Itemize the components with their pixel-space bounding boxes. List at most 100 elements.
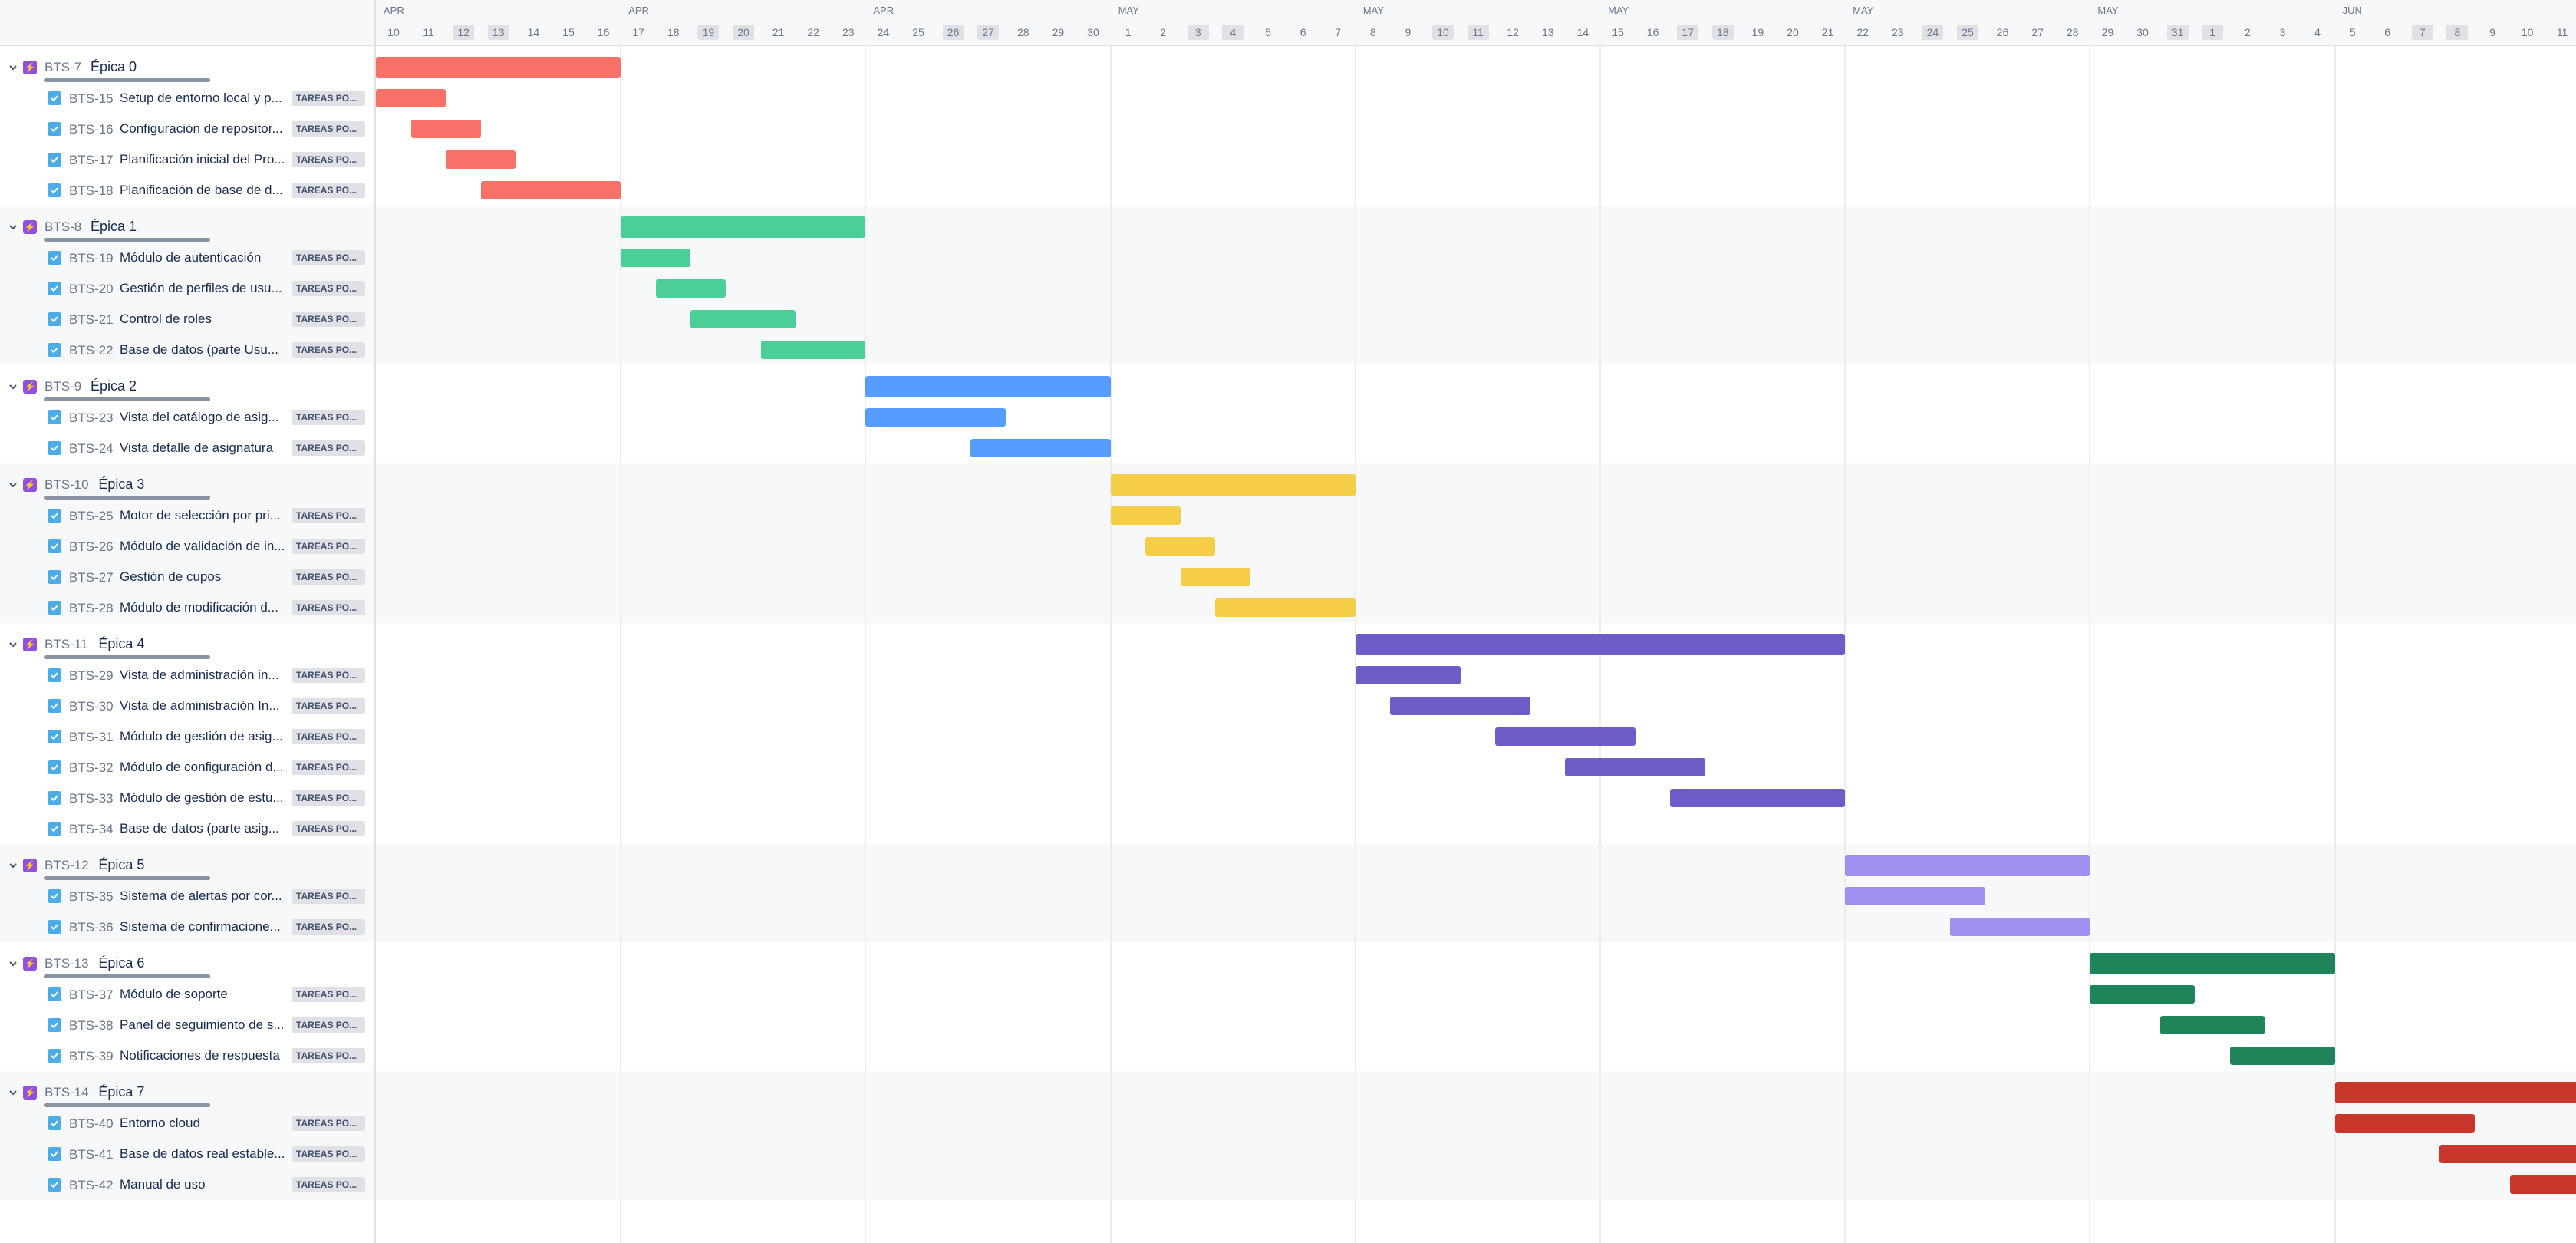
task-name[interactable]: Módulo de gestión de estu...: [120, 790, 285, 806]
task-row[interactable]: BTS-15 Setup de entorno local y p... TAREA…: [0, 83, 374, 114]
task-bar[interactable]: [2159, 1016, 2265, 1034]
task-row[interactable]: BTS-17 Planificación inicial del Pro... TA…: [0, 144, 374, 175]
task-key[interactable]: BTS-29: [69, 668, 114, 684]
task-name[interactable]: Motor de selección por pri...: [120, 508, 285, 523]
task-row[interactable]: BTS-25 Motor de selección por pri... TAREA…: [0, 500, 374, 531]
task-bar[interactable]: [1355, 666, 1461, 684]
epic-key[interactable]: BTS-11: [44, 637, 87, 652]
task-row[interactable]: BTS-18 Planificación de base de d... TAREA…: [0, 175, 374, 206]
epic-bar[interactable]: [1110, 474, 1356, 496]
status-lozenge[interactable]: TAREAS PO...: [292, 342, 365, 358]
task-row[interactable]: BTS-19 Módulo de autenticación TAREAS PO..…: [0, 242, 374, 273]
task-key[interactable]: BTS-18: [69, 183, 114, 199]
task-name[interactable]: Sistema de alertas por cor...: [120, 889, 285, 904]
epic-name[interactable]: Épica 1: [91, 219, 137, 235]
epic-key[interactable]: BTS-13: [44, 956, 89, 971]
epic-bar[interactable]: [376, 57, 621, 78]
epic-row[interactable]: ⚡ BTS-14 Épica 7: [0, 1077, 374, 1108]
epic-name[interactable]: Épica 0: [91, 59, 137, 75]
task-key[interactable]: BTS-32: [69, 760, 114, 776]
status-lozenge[interactable]: TAREAS PO...: [292, 281, 365, 296]
task-key[interactable]: BTS-20: [69, 282, 114, 297]
task-bar[interactable]: [1670, 789, 1846, 807]
task-name[interactable]: Panel de seguimiento de s...: [120, 1017, 285, 1033]
task-key[interactable]: BTS-41: [69, 1147, 114, 1162]
epic-key[interactable]: BTS-12: [44, 858, 89, 873]
task-row[interactable]: BTS-41 Base de datos real estable... TAREA…: [0, 1139, 374, 1169]
chevron-down-icon[interactable]: [8, 639, 18, 650]
task-bar[interactable]: [1845, 887, 1985, 905]
task-row[interactable]: BTS-38 Panel de seguimiento de s... TAREAS…: [0, 1010, 374, 1040]
epic-name[interactable]: Épica 2: [91, 378, 137, 394]
task-row[interactable]: BTS-35 Sistema de alertas por cor... TAREA…: [0, 881, 374, 912]
epic-row[interactable]: ⚡ BTS-13 Épica 6: [0, 948, 374, 979]
task-name[interactable]: Configuración de repositor...: [120, 121, 285, 137]
task-bar[interactable]: [2090, 985, 2196, 1004]
task-name[interactable]: Módulo de validación de in...: [120, 539, 285, 554]
epic-bar[interactable]: [2090, 953, 2335, 974]
task-bar[interactable]: [760, 341, 866, 359]
epic-key[interactable]: BTS-10: [44, 477, 89, 493]
task-key[interactable]: BTS-15: [69, 91, 114, 107]
task-name[interactable]: Planificación de base de d...: [120, 183, 285, 198]
task-bar[interactable]: [2229, 1047, 2335, 1065]
status-lozenge[interactable]: TAREAS PO...: [292, 121, 365, 137]
chevron-down-icon[interactable]: [8, 1087, 18, 1098]
task-key[interactable]: BTS-23: [69, 410, 114, 426]
status-lozenge[interactable]: TAREAS PO...: [292, 790, 365, 806]
status-lozenge[interactable]: TAREAS PO...: [292, 440, 365, 456]
task-key[interactable]: BTS-28: [69, 601, 114, 616]
task-name[interactable]: Base de datos (parte asig...: [120, 821, 285, 836]
task-row[interactable]: BTS-34 Base de datos (parte asig... TAREAS…: [0, 813, 374, 844]
status-lozenge[interactable]: TAREAS PO...: [292, 250, 365, 265]
task-name[interactable]: Manual de uso: [120, 1177, 285, 1192]
epic-key[interactable]: BTS-8: [44, 219, 81, 235]
epic-name[interactable]: Épica 7: [98, 1084, 144, 1100]
task-row[interactable]: BTS-37 Módulo de soporte TAREAS PO...: [0, 979, 374, 1010]
task-name[interactable]: Base de datos (parte Usu...: [120, 342, 285, 358]
task-bar[interactable]: [480, 181, 621, 199]
task-bar[interactable]: [970, 439, 1111, 457]
epic-row[interactable]: ⚡ BTS-8 Épica 1: [0, 212, 374, 242]
epic-bar[interactable]: [1845, 855, 2090, 876]
status-lozenge[interactable]: TAREAS PO...: [292, 760, 365, 775]
task-row[interactable]: BTS-16 Configuración de repositor... TAREA…: [0, 114, 374, 144]
task-name[interactable]: Vista detalle de asignatura: [120, 440, 285, 456]
task-row[interactable]: BTS-23 Vista del catálogo de asig... TAREA…: [0, 402, 374, 433]
chevron-down-icon[interactable]: [8, 62, 18, 73]
status-lozenge[interactable]: TAREAS PO...: [292, 698, 365, 714]
chevron-down-icon[interactable]: [8, 381, 18, 392]
task-bar[interactable]: [621, 249, 691, 267]
task-key[interactable]: BTS-42: [69, 1178, 114, 1193]
task-key[interactable]: BTS-21: [69, 312, 114, 328]
task-key[interactable]: BTS-37: [69, 987, 114, 1003]
status-lozenge[interactable]: TAREAS PO...: [292, 508, 365, 523]
task-row[interactable]: BTS-30 Vista de administración In... TAREA…: [0, 691, 374, 721]
task-row[interactable]: BTS-42 Manual de uso TAREAS PO...: [0, 1169, 374, 1200]
status-lozenge[interactable]: TAREAS PO...: [292, 569, 365, 585]
task-key[interactable]: BTS-34: [69, 822, 114, 837]
task-name[interactable]: Módulo de configuración d...: [120, 760, 285, 775]
task-row[interactable]: BTS-27 Gestión de cupos TAREAS PO...: [0, 562, 374, 592]
task-row[interactable]: BTS-28 Módulo de modificación d... TAREAS …: [0, 592, 374, 623]
task-name[interactable]: Sistema de confirmacione...: [120, 919, 285, 935]
task-bar[interactable]: [1950, 918, 2090, 936]
task-key[interactable]: BTS-25: [69, 509, 114, 524]
task-key[interactable]: BTS-31: [69, 730, 114, 745]
task-name[interactable]: Módulo de modificación d...: [120, 600, 285, 615]
task-row[interactable]: BTS-33 Módulo de gestión de estu... TAREAS…: [0, 783, 374, 813]
task-name[interactable]: Entorno cloud: [120, 1116, 285, 1131]
status-lozenge[interactable]: TAREAS PO...: [292, 410, 365, 425]
task-row[interactable]: BTS-20 Gestión de perfiles de usu... TAREA…: [0, 273, 374, 304]
task-key[interactable]: BTS-24: [69, 441, 114, 457]
task-bar[interactable]: [1495, 727, 1636, 746]
task-bar[interactable]: [2509, 1175, 2576, 1194]
task-row[interactable]: BTS-36 Sistema de confirmacione... TAREAS …: [0, 912, 374, 942]
status-lozenge[interactable]: TAREAS PO...: [292, 600, 365, 615]
task-bar[interactable]: [1145, 537, 1216, 556]
task-bar[interactable]: [1390, 697, 1530, 715]
task-key[interactable]: BTS-33: [69, 791, 114, 806]
task-key[interactable]: BTS-38: [69, 1018, 114, 1034]
task-key[interactable]: BTS-39: [69, 1049, 114, 1064]
task-bar[interactable]: [1180, 568, 1250, 586]
